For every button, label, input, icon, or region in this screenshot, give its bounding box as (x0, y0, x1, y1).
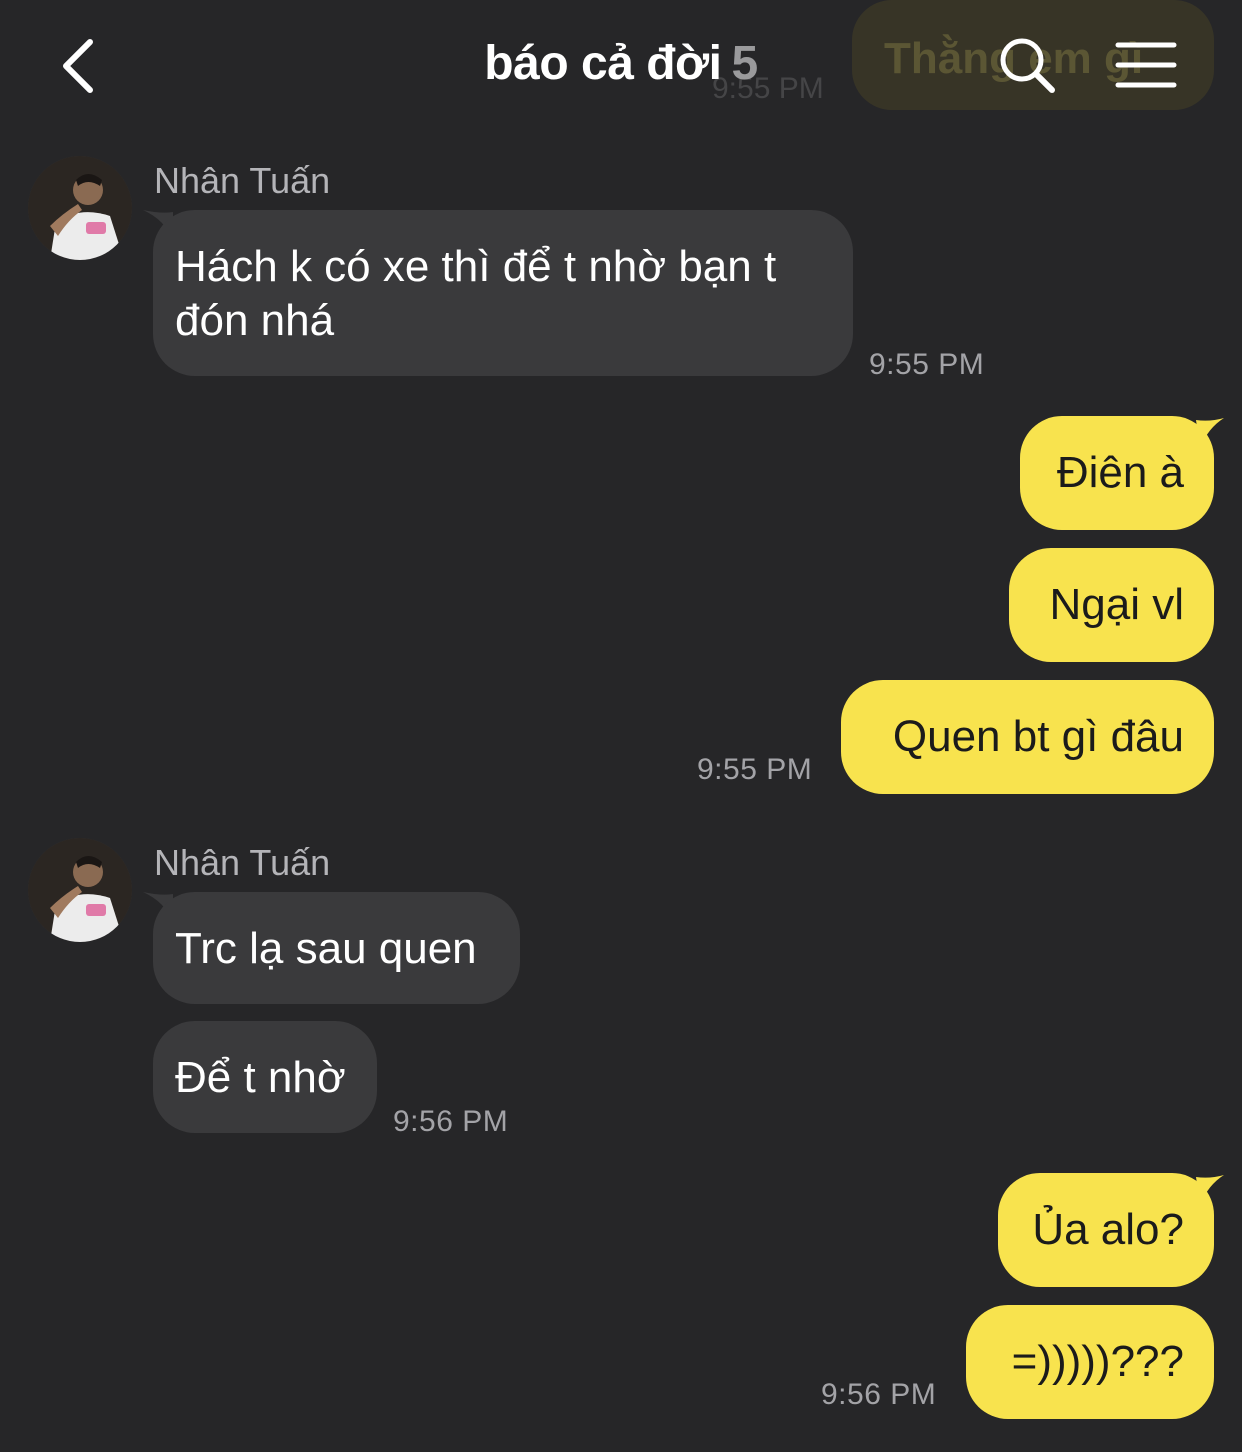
message-time: 9:56 PM (821, 1378, 937, 1411)
message-bubble-outgoing[interactable]: =)))))??? (966, 1305, 1214, 1419)
chat-name: báo cả đời (484, 37, 722, 90)
avatar[interactable] (28, 838, 132, 942)
sender-name: Nhân Tuấn (154, 842, 331, 883)
member-count: 5 (731, 37, 758, 90)
message-bubble-incoming[interactable]: Trc lạ sau quen (153, 892, 520, 1004)
chat-screen: Thằng em gì 9:55 PM báo cả đời 5 Nhân Tu… (0, 0, 1242, 1452)
menu-icon (1115, 42, 1177, 88)
message-text: Điên à (1056, 448, 1184, 497)
message-bubble-outgoing[interactable]: Ủa alo? (998, 1173, 1214, 1287)
message-text: Ngại vl (1049, 580, 1185, 629)
avatar-photo-icon (28, 838, 132, 942)
message-text: =)))))??? (1011, 1337, 1184, 1386)
chat-header: Thằng em gì 9:55 PM báo cả đời 5 (0, 0, 1242, 130)
search-button[interactable] (996, 34, 1058, 96)
avatar-photo-icon (28, 156, 132, 260)
avatar[interactable] (28, 156, 132, 260)
message-text: Để t nhờ (175, 1053, 346, 1102)
message-bubble-incoming[interactable]: Hách k có xe thì để t nhờ bạn t đón nhá (153, 210, 853, 376)
message-time: 9:55 PM (697, 753, 813, 786)
message-text: Hách k có xe thì để t nhờ bạn t đón nhá (175, 242, 777, 345)
message-time: 9:56 PM (393, 1105, 509, 1138)
menu-button[interactable] (1114, 40, 1178, 90)
sender-name: Nhân Tuấn (154, 160, 331, 201)
search-icon (1000, 38, 1055, 93)
message-bubble-incoming[interactable]: Để t nhờ (153, 1021, 377, 1133)
message-bubble-outgoing[interactable]: Ngại vl (1009, 548, 1214, 662)
message-text: Quen bt gì đâu (892, 712, 1184, 761)
message-text: Ủa alo? (1032, 1205, 1184, 1254)
message-bubble-outgoing[interactable]: Quen bt gì đâu (841, 680, 1214, 794)
message-text: Trc lạ sau quen (175, 924, 477, 973)
message-bubble-outgoing[interactable]: Điên à (1020, 416, 1214, 530)
message-time: 9:55 PM (869, 348, 985, 381)
